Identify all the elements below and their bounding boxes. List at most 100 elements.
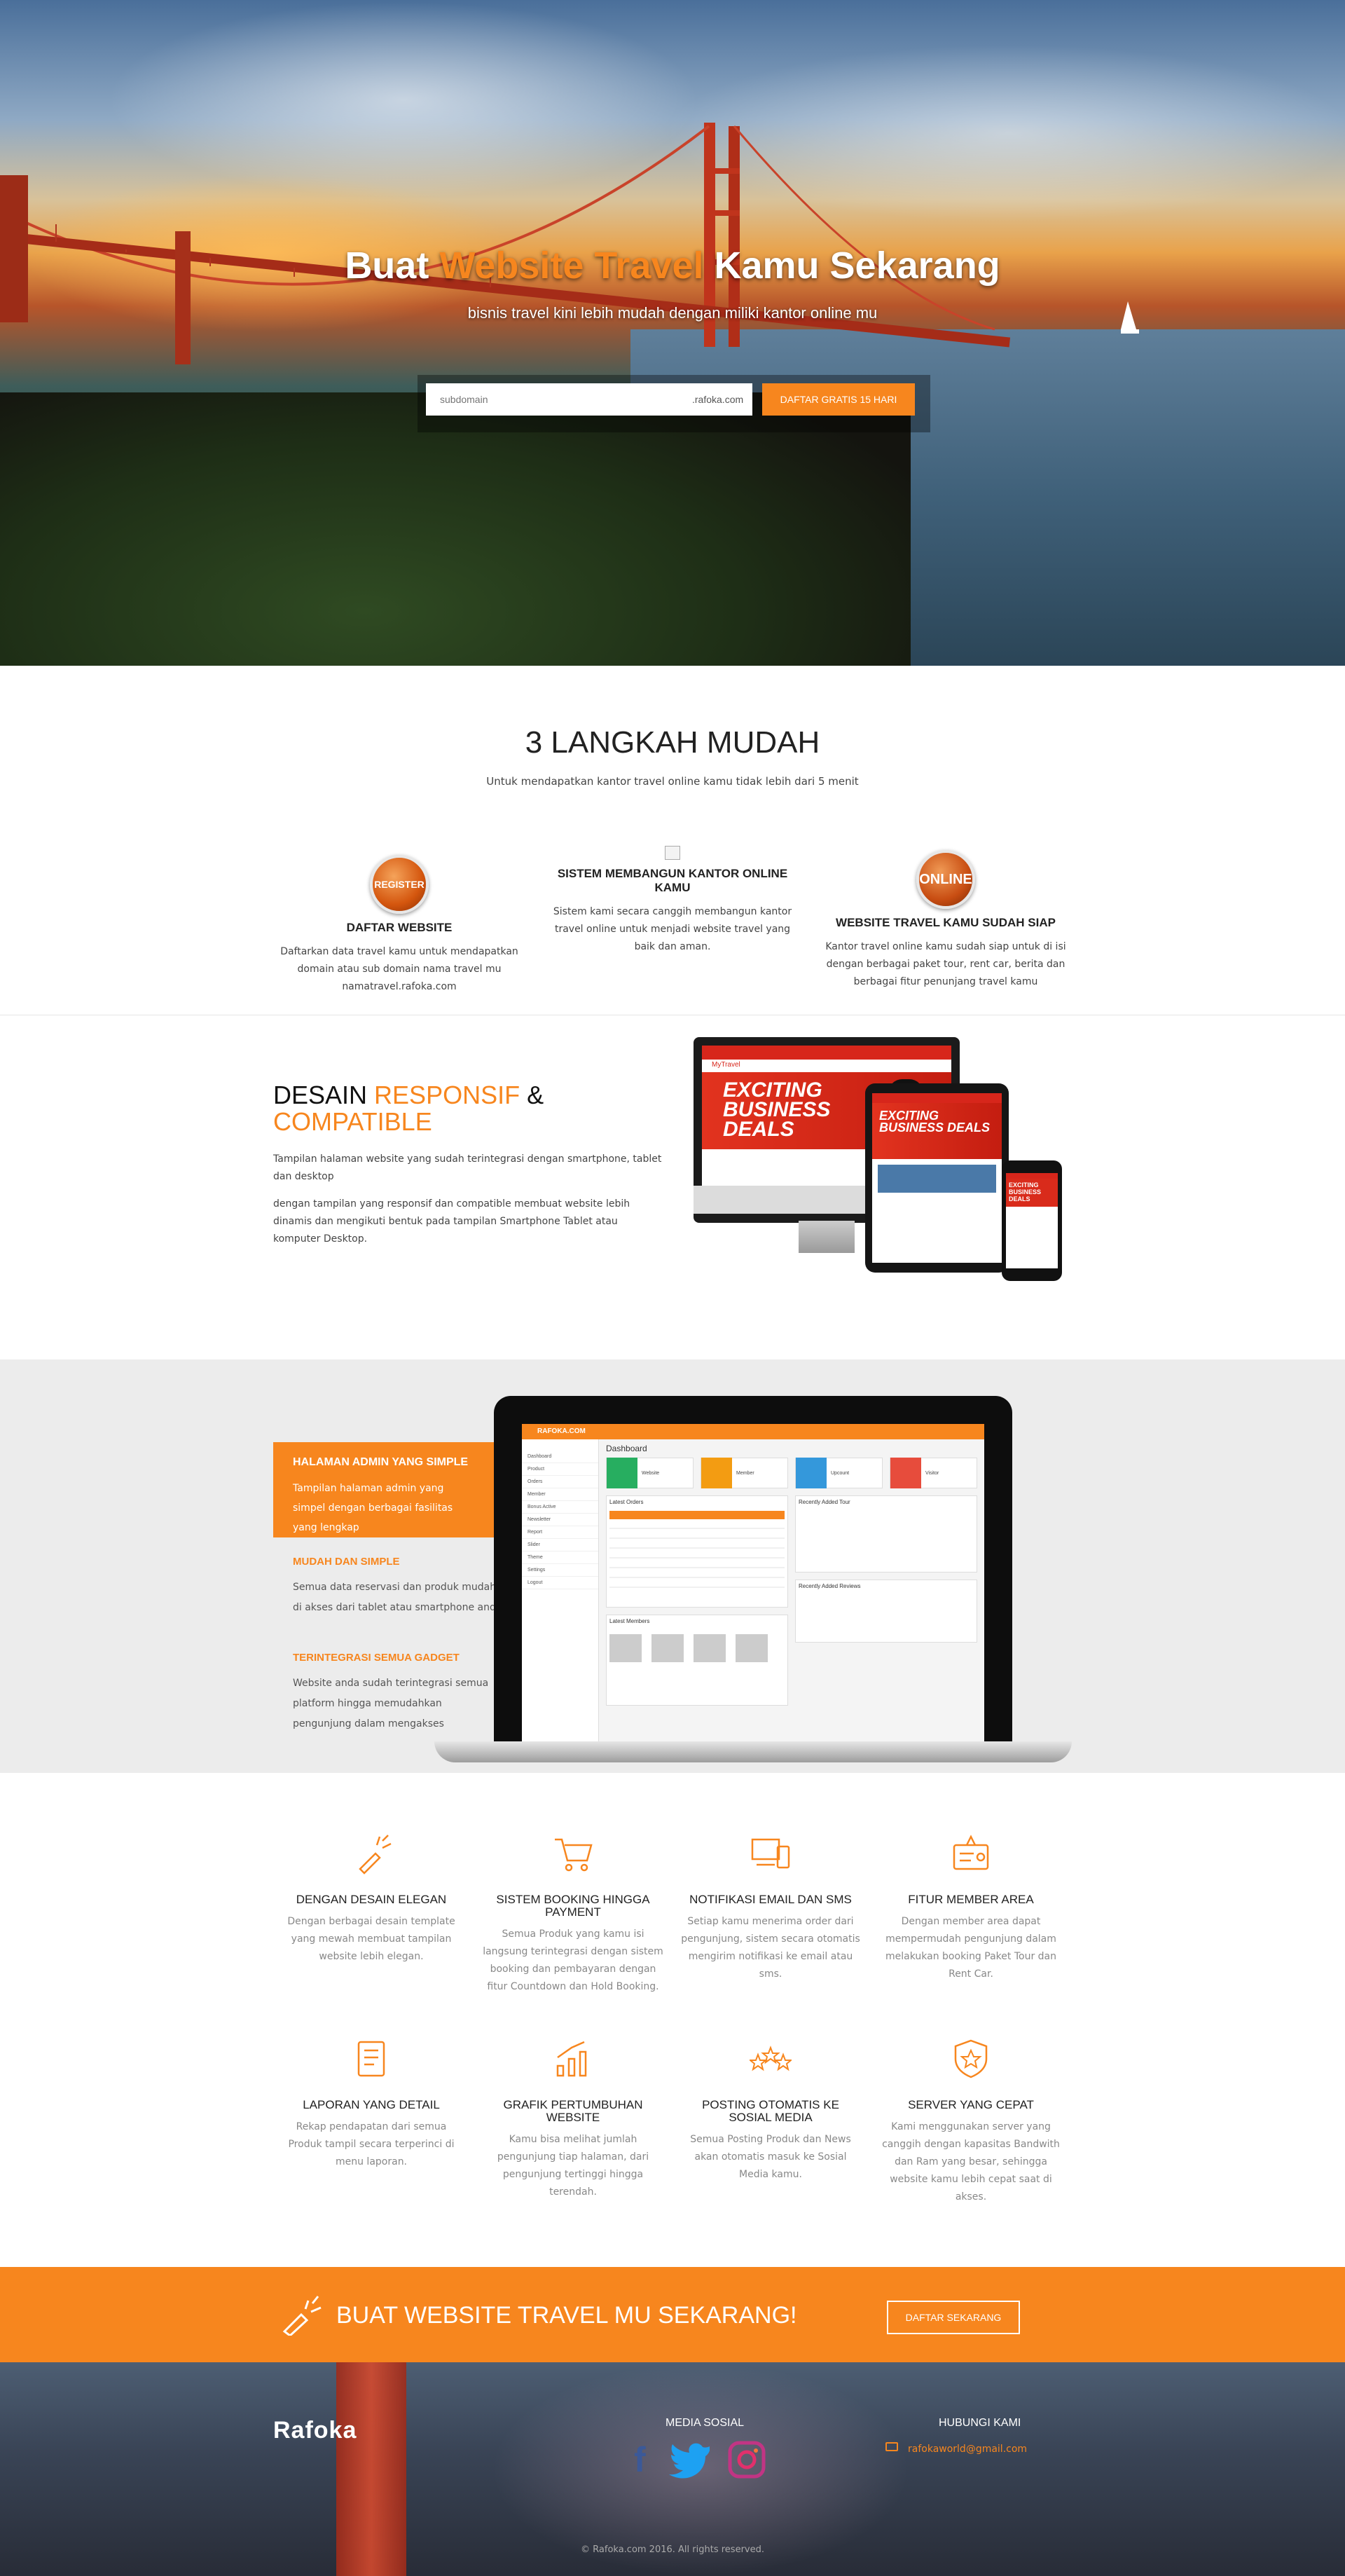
step-heading: WEBSITE TRAVEL KAMU SUDAH SIAP	[836, 916, 1056, 929]
dashboard-stat-card: Website	[606, 1458, 694, 1488]
dashboard-sidebar-item[interactable]: Theme	[522, 1551, 598, 1564]
shield-star-icon	[954, 2039, 988, 2078]
feature-title: LAPORAN YANG DETAIL	[303, 2098, 440, 2111]
signup-form: .rafoka.com DAFTAR GRATIS 15 HARI	[418, 375, 930, 432]
dashboard-cards: Website Member Upcount Visitor	[606, 1458, 977, 1488]
subdomain-input[interactable]	[426, 383, 692, 416]
feature-item: FITUR MEMBER AREA Dengan member area dapa…	[880, 1832, 1062, 1983]
dashboard-brand: RAFOKA.COM	[537, 1427, 586, 1435]
hero-title-highlight: Website Travel	[439, 245, 704, 287]
footer-logo: Rafoka	[273, 2417, 357, 2444]
facebook-icon[interactable]: f	[634, 2441, 652, 2479]
dashboard-sidebar-item[interactable]: Settings	[522, 1564, 598, 1577]
devices-icon	[751, 1838, 790, 1869]
dashboard-sidebar-item[interactable]: Product	[522, 1463, 598, 1476]
twitter-icon[interactable]	[669, 2441, 711, 2479]
magic-wand-icon	[359, 1835, 392, 1875]
online-icon: ONLINE	[916, 850, 975, 909]
contact-title: HUBUNGI KAMI	[939, 2417, 1021, 2429]
stat-card-label: Upcount	[831, 1470, 850, 1476]
feature-item: POSTING OTOMATIS KE SOSIAL MEDIA Semua Po…	[680, 2038, 862, 2184]
phone-promo: EXCITING BUSINESS DEALS	[1006, 1179, 1058, 1207]
dashboard-sidebar-item[interactable]: Newsletter	[522, 1514, 598, 1526]
sidebar-items: Dashboard Product Orders Member Bonus Active…	[522, 1451, 598, 1589]
feature-text: Semua Posting Produk dan News akan otoma…	[690, 2134, 851, 2180]
feature-title: GRAFIK PERTUMBUHAN WEBSITE	[503, 2098, 643, 2124]
dashboard-title: Dashboard	[606, 1444, 647, 1453]
report-icon	[357, 2041, 385, 2077]
dashboard-sidebar-item[interactable]: Slider	[522, 1539, 598, 1551]
stat-card-label: Member	[736, 1470, 754, 1476]
step-build: SISTEM MEMBANGUN KANTOR ONLINE KAMU Sist…	[546, 846, 799, 956]
stars-icon	[748, 2046, 793, 2071]
bridge-illustration	[0, 123, 1139, 364]
dashboard-sidebar-item[interactable]: Orders	[522, 1476, 598, 1488]
devices-mockup: MyTravel EXCITING BUSINESS DEALS EXCITIN…	[694, 1037, 1065, 1296]
contact-email-link[interactable]: rafokaworld@gmail.com	[908, 2444, 1027, 2455]
feature-title: POSTING OTOMATIS KE SOSIAL MEDIA	[702, 2098, 839, 2124]
recent-reviews-panel: Recently Added Reviews	[795, 1580, 977, 1643]
step-text: Kantor travel online kamu sudah siap unt…	[825, 941, 1066, 987]
panel-title: Latest Orders	[609, 1499, 644, 1505]
responsive-paragraph-2: dengan tampilan yang responsif dan compa…	[273, 1198, 630, 1245]
cta-banner: BUAT WEBSITE TRAVEL MU SEKARANG! DAFTAR …	[0, 2267, 1345, 2362]
feature-item: SISTEM BOOKING HINGGA PAYMENT Semua Produ…	[482, 1832, 664, 1996]
hero-subtitle: bisnis travel kini lebih mudah dengan mi…	[467, 304, 878, 322]
feature-title: SISTEM BOOKING HINGGA PAYMENT	[496, 1893, 650, 1919]
mail-icon	[885, 2442, 898, 2451]
feature-item: LAPORAN YANG DETAIL Rekap pendapatan dari…	[280, 2038, 462, 2171]
latest-members-panel: Latest Members	[606, 1615, 788, 1706]
admin-item-text: Semua data reservasi dan produk mudah di…	[293, 1582, 502, 1613]
growth-chart-icon	[556, 2041, 587, 2077]
recent-tours-panel: Recently Added Tour	[795, 1495, 977, 1573]
page: Buat Website Travel Kamu Sekarang bisnis…	[0, 0, 1345, 2576]
cta-text: BUAT WEBSITE TRAVEL MU SEKARANG!	[336, 2302, 797, 2329]
admin-item-text: Website anda sudah terintegrasi semua pl…	[293, 1678, 489, 1729]
dashboard-sidebar-item[interactable]: Bonus Active	[522, 1501, 598, 1514]
feature-text: Semua Produk yang kamu isi langsung teri…	[483, 1928, 663, 1992]
feature-text: Kami menggunakan server yang canggih den…	[882, 2121, 1060, 2202]
magic-wand-icon	[282, 2296, 322, 2336]
feature-title: FITUR MEMBER AREA	[908, 1893, 1034, 1906]
monitor-promo: EXCITING BUSINESS DEALS	[723, 1078, 831, 1141]
panel-title: Recently Added Tour	[799, 1499, 850, 1505]
register-icon: REGISTER	[370, 855, 429, 914]
feature-title: DENGAN DESAIN ELEGAN	[296, 1893, 447, 1906]
admin-section: HALAMAN ADMIN YANG SIMPLE Tampilan halam…	[0, 1359, 1345, 1773]
stat-card-label: Visitor	[925, 1470, 939, 1476]
step-text: Daftarkan data travel kamu untuk mendapa…	[280, 946, 518, 992]
admin-box-title: HALAMAN ADMIN YANG SIMPLE	[293, 1456, 469, 1468]
dashboard-stat-card: Visitor	[890, 1458, 977, 1488]
admin-highlight-box: HALAMAN ADMIN YANG SIMPLE Tampilan halam…	[273, 1442, 497, 1537]
monitor-brand: MyTravel	[712, 1061, 740, 1069]
panel-title: Recently Added Reviews	[799, 1583, 861, 1589]
register-now-button[interactable]: DAFTAR SEKARANG	[887, 2301, 1020, 2334]
feature-item: DENGAN DESAIN ELEGAN Dengan berbagai desa…	[280, 1832, 462, 1966]
free-trial-button[interactable]: DAFTAR GRATIS 15 HARI	[762, 383, 915, 416]
cart-icon	[555, 1838, 593, 1872]
dashboard-sidebar-item[interactable]: Member	[522, 1488, 598, 1501]
admin-dashboard-screen: RAFOKA.COM Dashboard Product Orders Member B…	[522, 1424, 984, 1743]
panel-title: Latest Members	[609, 1618, 650, 1624]
feature-title: NOTIFIKASI EMAIL DAN SMS	[689, 1893, 852, 1906]
step-heading: SISTEM MEMBANGUN KANTOR ONLINE KAMU	[557, 867, 788, 894]
footer: Rafoka MEDIA SOSIAL f HUBUNGI KAMI rafok…	[0, 2362, 1345, 2576]
broken-image-icon	[665, 846, 680, 860]
admin-item-title: MUDAH DAN SIMPLE	[293, 1556, 400, 1568]
social-links: f	[634, 2441, 766, 2479]
hero-title: Buat Website Travel Kamu Sekarang	[345, 245, 1000, 287]
stat-card-label: Website	[642, 1470, 660, 1476]
dashboard-stat-card: Member	[701, 1458, 788, 1488]
dashboard-sidebar-item[interactable]: Report	[522, 1526, 598, 1539]
steps-title: 3 LANGKAH MUDAH	[525, 725, 820, 760]
instagram-icon[interactable]	[728, 2441, 766, 2479]
social-title: MEDIA SOSIAL	[665, 2417, 745, 2429]
responsive-text: DESAIN RESPONSIF & COMPATIBLE Tampilan ha…	[273, 1082, 665, 1248]
member-card-icon	[953, 1835, 989, 1870]
step-online: ONLINE WEBSITE TRAVEL KAMU SUDAH SIAP Ka…	[820, 850, 1072, 991]
dashboard-sidebar-item[interactable]: Dashboard	[522, 1451, 598, 1463]
step-text: Sistem kami secara canggih membangun kan…	[553, 906, 792, 952]
admin-box-text: Tampilan halaman admin yang simpel denga…	[293, 1483, 453, 1533]
dashboard-sidebar-item[interactable]: Logout	[522, 1577, 598, 1589]
feature-text: Rekap pendapatan dari semua Produk tampi…	[288, 2121, 455, 2167]
